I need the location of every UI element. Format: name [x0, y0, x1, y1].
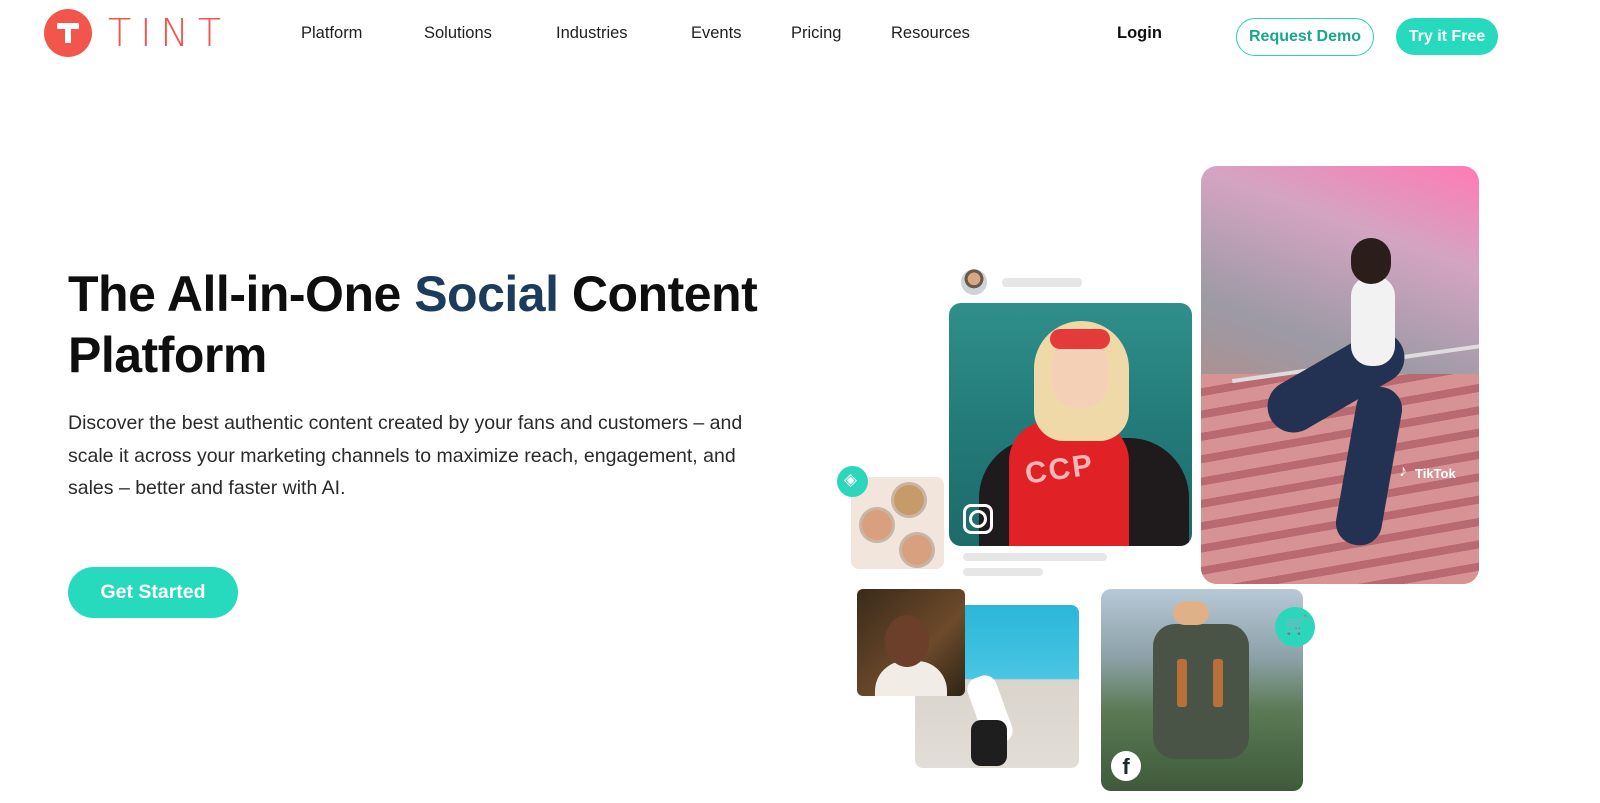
login-link[interactable]: Login — [1117, 24, 1162, 43]
hero-title-part1: The All-in-One — [68, 266, 415, 322]
tiktok-icon: ♪ — [1399, 463, 1407, 480]
instagram-icon — [963, 504, 993, 534]
placeholder-bar — [963, 568, 1043, 576]
user-avatar — [961, 269, 987, 295]
price-tag-icon: ◈ — [837, 466, 868, 497]
placeholder-bar — [963, 553, 1107, 561]
hero-description: Discover the best authentic content crea… — [68, 412, 743, 499]
get-started-button[interactable]: Get Started — [68, 567, 238, 618]
tiktok-label: TikTok — [1415, 466, 1456, 481]
main-nav: Platform Solutions Industries Events Pri… — [0, 24, 1000, 48]
site-header: TINT Platform Solutions Industries Event… — [0, 0, 1600, 72]
nav-solutions[interactable]: Solutions — [424, 24, 492, 43]
nav-events[interactable]: Events — [691, 24, 741, 43]
facebook-icon: f — [1111, 751, 1141, 781]
woman-drinking-image — [857, 589, 965, 696]
nav-pricing[interactable]: Pricing — [791, 24, 841, 43]
nav-platform[interactable]: Platform — [301, 24, 362, 43]
nav-industries[interactable]: Industries — [556, 24, 628, 43]
nav-resources[interactable]: Resources — [891, 24, 970, 43]
makeup-product-image — [851, 477, 944, 569]
tiktok-post-image: ♪ TikTok — [1201, 166, 1479, 584]
hero-title-accent: Social — [414, 266, 559, 322]
hero-title: The All-in-One Social Content Platform — [68, 264, 788, 386]
request-demo-button[interactable]: Request Demo — [1236, 18, 1374, 56]
placeholder-bar — [1002, 278, 1082, 287]
try-it-free-button[interactable]: Try it Free — [1396, 18, 1498, 55]
shopping-cart-icon: 🛒 — [1275, 607, 1315, 647]
